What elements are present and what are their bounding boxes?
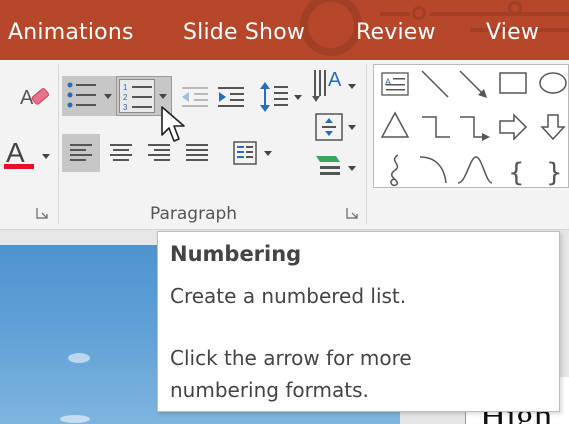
align-text-button[interactable] (310, 110, 360, 144)
align-left-button[interactable] (62, 134, 100, 172)
increase-indent-icon (218, 87, 244, 107)
align-text-icon (315, 113, 356, 141)
right-arrow-shape[interactable] (499, 113, 528, 141)
center-button[interactable] (102, 134, 140, 172)
arc-shape[interactable] (419, 156, 447, 184)
tooltip-title: Numbering (170, 242, 302, 266)
line-shape[interactable] (421, 70, 449, 98)
decorative-line (380, 12, 410, 16)
align-left-icon (70, 144, 92, 161)
decorative-line (430, 12, 569, 16)
line-spacing-icon (260, 82, 302, 112)
shapes-gallery-grid: A {} (380, 70, 567, 188)
text-direction-icon: A (312, 69, 356, 102)
tab-review[interactable]: Review (356, 20, 436, 45)
elbow-arrow-connector-shape[interactable] (460, 116, 490, 141)
ribbon-home: A A 1 2 3 A Paragraph A {} (0, 60, 569, 230)
tab-view[interactable]: View (486, 20, 539, 45)
text-box-shape[interactable]: A (381, 72, 409, 96)
arrow-line-shape[interactable] (459, 70, 487, 98)
font-color-icon: A (4, 137, 50, 169)
eraser-icon: A (20, 87, 50, 109)
mouse-pointer-icon (160, 105, 188, 150)
down-arrow-shape[interactable] (540, 114, 566, 141)
increase-indent-button[interactable] (214, 84, 248, 110)
decorative-dot (508, 1, 522, 15)
text-direction-button[interactable]: A (308, 66, 360, 106)
chevron-down-icon (159, 94, 167, 99)
tooltip-hint-line-2: numbering formats. (170, 378, 369, 402)
tab-animations[interactable]: Animations (8, 20, 134, 45)
cloud-decoration (68, 353, 90, 363)
svg-text:A: A (6, 137, 25, 168)
tooltip-description: Create a numbered list. (170, 284, 407, 308)
paragraph-group-label: Paragraph (150, 204, 238, 224)
font-color-button[interactable]: A (4, 134, 56, 174)
center-icon (110, 144, 132, 161)
scribble-shape[interactable] (390, 154, 399, 187)
svg-text:A: A (328, 69, 342, 91)
right-brace-shape[interactable]: } (546, 158, 563, 188)
tooltip-hint-line-1: Click the arrow for more (170, 346, 412, 370)
columns-icon (233, 141, 272, 165)
numbering-main-part[interactable]: 1 2 3 (119, 79, 155, 113)
convert-smartart-button[interactable] (310, 152, 360, 182)
bullets-button[interactable] (62, 76, 118, 116)
group-separator (58, 64, 59, 224)
numbering-icon: 1 2 3 (123, 83, 152, 112)
tab-slide-show[interactable]: Slide Show (183, 20, 305, 45)
decorative-circle (300, 0, 362, 56)
columns-button[interactable] (228, 136, 278, 170)
rectangle-shape[interactable] (499, 72, 527, 94)
smartart-icon (316, 156, 356, 175)
paragraph-dialog-launcher[interactable] (346, 206, 358, 219)
left-brace-shape[interactable]: { (508, 158, 525, 188)
powerpoint-window: Animations Slide Show Review View A A 1 … (0, 0, 569, 424)
numbering-tooltip: Numbering Create a numbered list. Click … (157, 231, 560, 412)
bullets-icon (67, 82, 112, 108)
clear-formatting-button[interactable]: A (18, 82, 52, 112)
ribbon-tab-bar: Animations Slide Show Review View (0, 0, 569, 60)
oval-shape[interactable] (539, 72, 567, 94)
decorative-dot (412, 6, 426, 20)
elbow-connector-shape[interactable] (422, 116, 450, 138)
group-separator (366, 64, 367, 224)
cloud-decoration (60, 415, 90, 423)
numbering-mark-2: 2 (123, 93, 128, 102)
numbering-mark-3: 3 (123, 103, 128, 112)
shapes-gallery: A {} (373, 64, 569, 188)
triangle-shape[interactable] (380, 111, 410, 138)
font-dialog-launcher[interactable] (36, 206, 48, 219)
numbering-mark-1: 1 (123, 83, 128, 92)
curve-shape[interactable] (457, 156, 493, 184)
line-spacing-button[interactable] (256, 80, 304, 114)
